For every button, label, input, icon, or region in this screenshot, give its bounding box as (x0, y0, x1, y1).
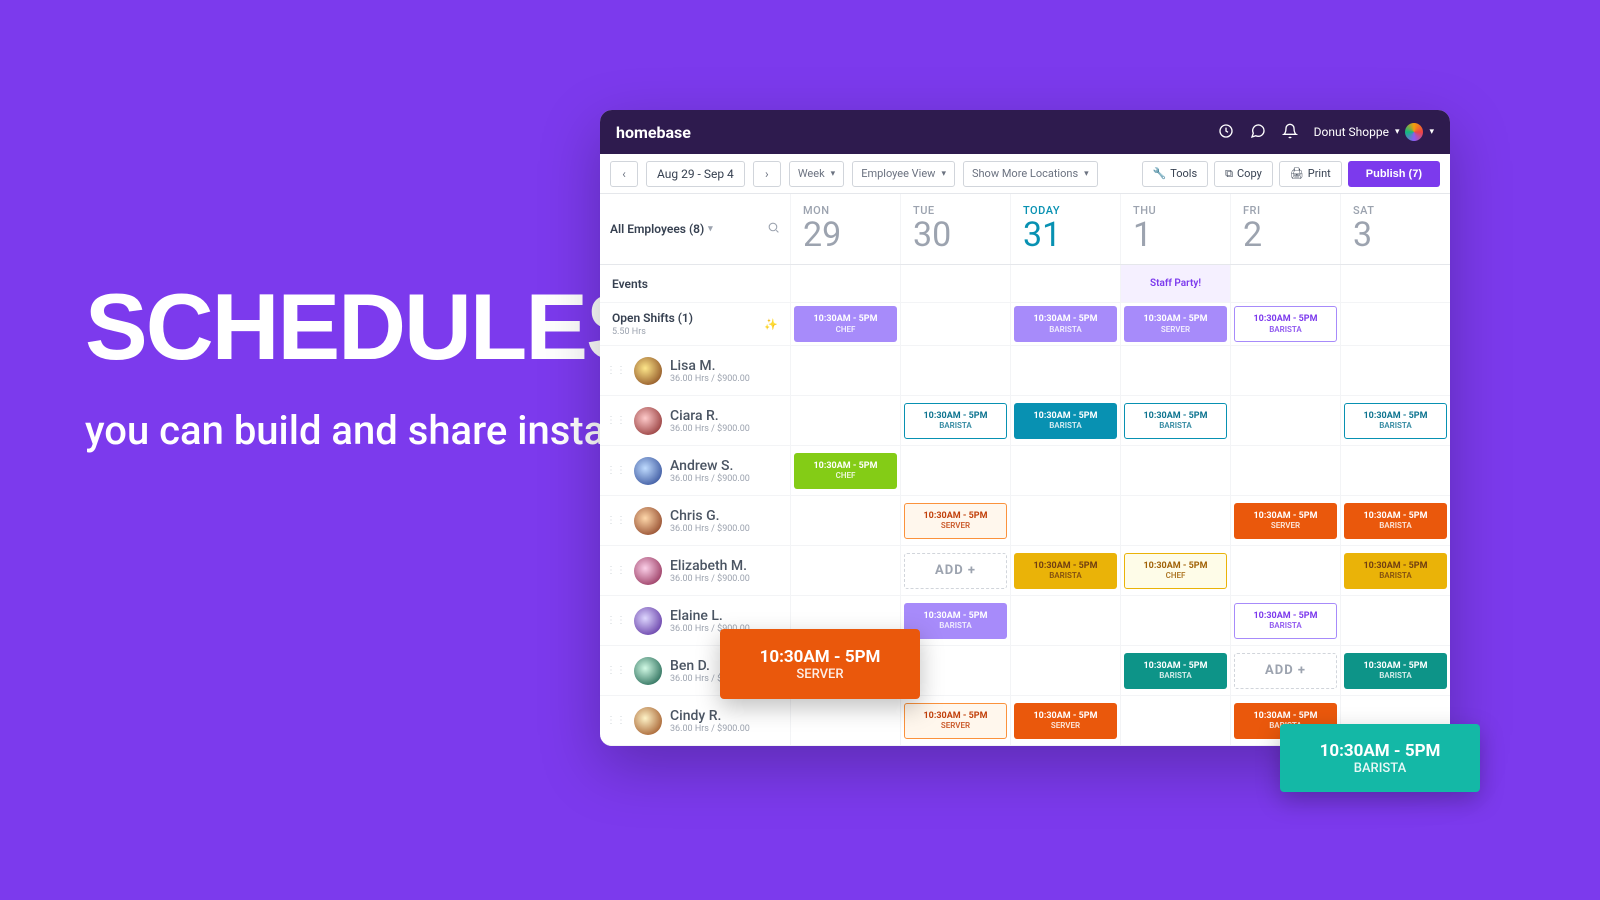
day-column-fri: FRI2 (1230, 194, 1340, 264)
open-shifts-row: Open Shifts (1) 5.50 Hrs ✨ 10:30AM - 5PM… (600, 303, 1450, 346)
app-window: homebase Donut Shoppe ▾ ▾ ‹ Aug 29 - Sep… (600, 110, 1450, 746)
day-column-thu: THU1 (1120, 194, 1230, 264)
shift-chip[interactable]: 10:30AM - 5PMBARISTA (1234, 603, 1337, 639)
prev-week-button[interactable]: ‹ (610, 161, 638, 187)
hero-copy: SCHEDULES you can build and share instan… (85, 280, 679, 458)
hero-title: SCHEDULES (85, 280, 679, 374)
calendar-header: All Employees (8) MON29 TUE30 TODAY31 TH… (600, 194, 1450, 265)
locations-dropdown[interactable]: Show More Locations (963, 161, 1098, 187)
drag-handle-icon[interactable]: ⋮⋮ (606, 468, 626, 473)
shift-chip[interactable]: 10:30AM - 5PMBARISTA (1344, 403, 1447, 439)
avatar (634, 707, 662, 735)
shift-chip[interactable]: 10:30AM - 5PMBARISTA (1014, 306, 1117, 342)
print-button[interactable]: 🖨Print (1279, 161, 1342, 187)
open-shifts-label: Open Shifts (1) (612, 311, 693, 325)
dragging-shift-card[interactable]: 10:30AM - 5PM BARISTA (1280, 724, 1480, 792)
events-row: Events Staff Party! (600, 265, 1450, 303)
shift-chip[interactable]: 10:30AM - 5PMCHEF (1124, 553, 1227, 589)
account-switcher[interactable]: Donut Shoppe ▾ ▾ (1314, 123, 1434, 141)
drag-handle-icon[interactable]: ⋮⋮ (606, 668, 626, 673)
view-type-dropdown[interactable]: Employee View (852, 161, 955, 187)
day-column-mon: MON29 (790, 194, 900, 264)
chat-icon[interactable] (1250, 123, 1266, 142)
avatar (634, 507, 662, 535)
employee-row: ⋮⋮ Lisa M.36.00 Hrs / $900.00 (600, 346, 1450, 396)
events-label: Events (600, 265, 790, 302)
copy-button[interactable]: ⧉Copy (1214, 161, 1273, 187)
employee-name: Lisa M. (670, 358, 750, 374)
drag-handle-icon[interactable]: ⋮⋮ (606, 718, 626, 723)
shift-chip[interactable]: 10:30AM - 5PMCHEF (794, 453, 897, 489)
shift-chip[interactable]: 10:30AM - 5PMBARISTA (904, 403, 1007, 439)
avatar (634, 357, 662, 385)
add-shift-button[interactable]: ADD + (1234, 653, 1337, 689)
drag-handle-icon[interactable]: ⋮⋮ (606, 518, 626, 523)
employee-row: ⋮⋮ Ciara R.36.00 Hrs / $900.00 10:30AM -… (600, 396, 1450, 446)
avatar (634, 607, 662, 635)
clock-icon[interactable] (1218, 123, 1234, 142)
print-icon: 🖨 (1290, 167, 1304, 180)
shift-chip[interactable]: 10:30AM - 5PMBARISTA (1124, 653, 1227, 689)
shift-chip[interactable]: 10:30AM - 5PMSERVER (904, 503, 1007, 539)
open-shifts-hours: 5.50 Hrs (612, 327, 693, 337)
shift-chip[interactable]: 10:30AM - 5PMBARISTA (1344, 503, 1447, 539)
shift-chip[interactable]: 10:30AM - 5PMBARISTA (1014, 403, 1117, 439)
period-dropdown[interactable]: Week (789, 161, 844, 187)
topbar: homebase Donut Shoppe ▾ ▾ (600, 110, 1450, 154)
avatar (634, 457, 662, 485)
shift-chip[interactable]: 10:30AM - 5PMBARISTA (1014, 553, 1117, 589)
bell-icon[interactable] (1282, 123, 1298, 142)
magic-wand-icon[interactable]: ✨ (764, 318, 778, 331)
employee-row: ⋮⋮ Elizabeth M.36.00 Hrs / $900.00 ADD +… (600, 546, 1450, 596)
next-week-button[interactable]: › (753, 161, 781, 187)
drag-handle-icon[interactable]: ⋮⋮ (606, 418, 626, 423)
dragging-shift-card[interactable]: 10:30AM - 5PM SERVER (720, 629, 920, 699)
date-range-picker[interactable]: Aug 29 - Sep 4 (646, 161, 745, 187)
shift-chip[interactable]: 10:30AM - 5PMBARISTA (1124, 403, 1227, 439)
drag-handle-icon[interactable]: ⋮⋮ (606, 368, 626, 373)
search-icon[interactable] (767, 221, 780, 237)
caret-icon: ▾ (1395, 127, 1400, 137)
avatar (634, 407, 662, 435)
account-name: Donut Shoppe (1314, 125, 1389, 139)
avatar-icon (1405, 123, 1423, 141)
toolbar: ‹ Aug 29 - Sep 4 › Week Employee View Sh… (600, 154, 1450, 194)
avatar (634, 657, 662, 685)
shift-chip[interactable]: 10:30AM - 5PMSERVER (1234, 503, 1337, 539)
event-cell[interactable]: Staff Party! (1120, 265, 1230, 302)
employee-row: ⋮⋮ Andrew S.36.00 Hrs / $900.00 10:30AM … (600, 446, 1450, 496)
shift-chip[interactable]: 10:30AM - 5PMBARISTA (1344, 553, 1447, 589)
shift-chip[interactable]: 10:30AM - 5PMBARISTA (1234, 306, 1337, 342)
avatar (634, 557, 662, 585)
copy-icon: ⧉ (1225, 167, 1233, 181)
shift-chip[interactable]: 10:30AM - 5PMSERVER (904, 703, 1007, 739)
publish-button[interactable]: Publish (7) (1348, 161, 1440, 187)
caret-icon: ▾ (1429, 127, 1434, 137)
day-column-today: TODAY31 (1010, 194, 1120, 264)
hero-subtitle: you can build and share instantly. (85, 404, 679, 458)
shift-chip[interactable]: 10:30AM - 5PMSERVER (1124, 306, 1227, 342)
drag-handle-icon[interactable]: ⋮⋮ (606, 618, 626, 623)
shift-chip[interactable]: 10:30AM - 5PMSERVER (1014, 703, 1117, 739)
drag-handle-icon[interactable]: ⋮⋮ (606, 568, 626, 573)
tools-button[interactable]: 🔧Tools (1142, 161, 1209, 187)
shift-chip[interactable]: 10:30AM - 5PMCHEF (794, 306, 897, 342)
wrench-icon: 🔧 (1153, 167, 1167, 180)
day-column-sat: SAT3 (1340, 194, 1450, 264)
employee-filter[interactable]: All Employees (8) (600, 194, 790, 264)
brand-logo: homebase (616, 123, 691, 142)
employee-row: ⋮⋮ Chris G.36.00 Hrs / $900.00 10:30AM -… (600, 496, 1450, 546)
shift-chip[interactable]: 10:30AM - 5PMBARISTA (1344, 653, 1447, 689)
add-shift-button[interactable]: ADD + (904, 553, 1007, 589)
day-column-tue: TUE30 (900, 194, 1010, 264)
